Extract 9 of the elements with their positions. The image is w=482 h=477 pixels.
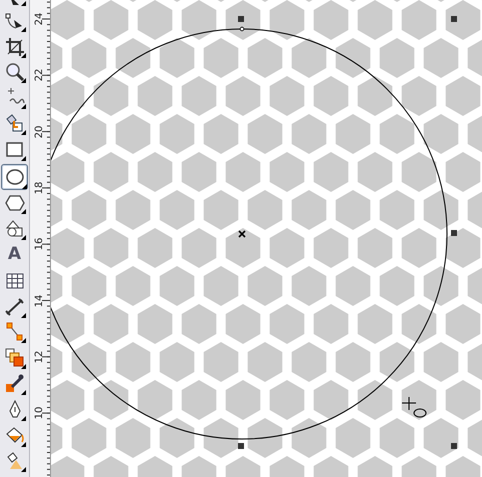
ruler-label: 24 — [35, 12, 45, 26]
ruler-label: 12 — [35, 350, 45, 364]
ruler-label: 16 — [35, 237, 45, 252]
ruler-label: 20 — [35, 124, 45, 139]
ruler-label: 18 — [35, 180, 45, 195]
text-tool-button[interactable]: A — [2, 242, 26, 267]
ruler-label: 14 — [35, 294, 45, 308]
ruler-label: 10 — [35, 406, 45, 420]
ruler-label: 22 — [35, 68, 45, 82]
